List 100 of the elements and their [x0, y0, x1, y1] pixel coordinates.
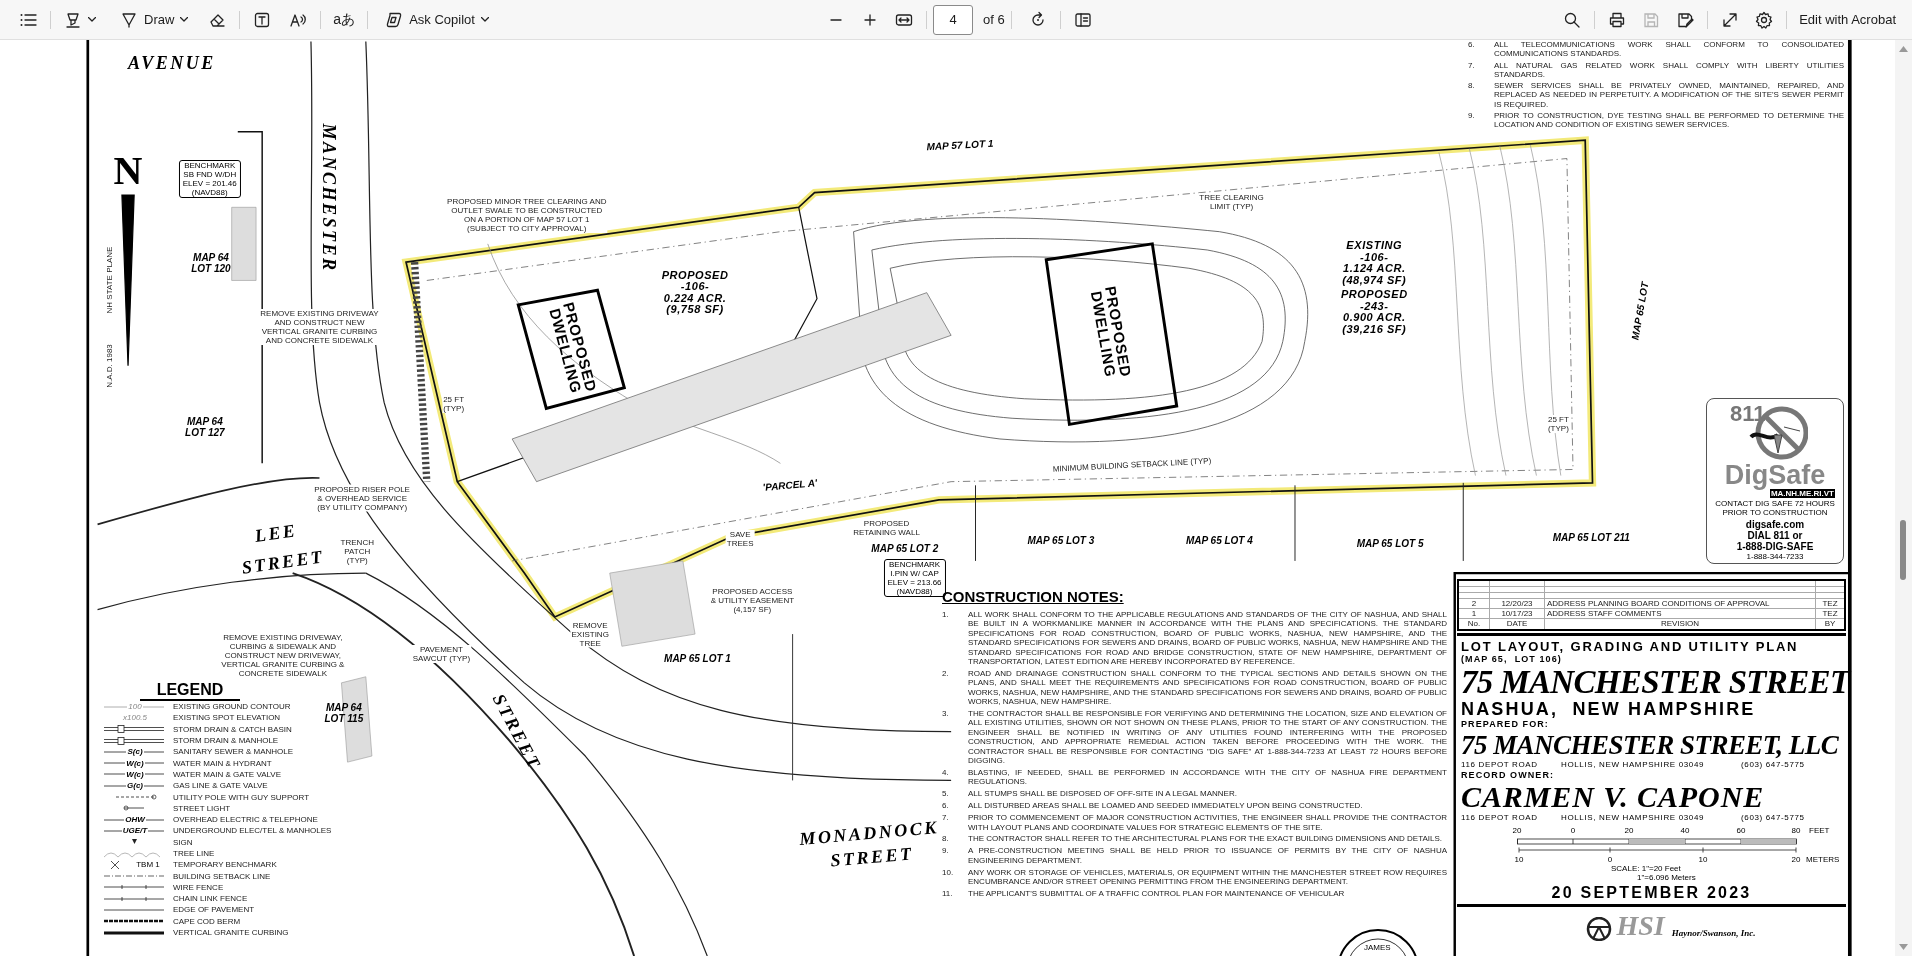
page-view-icon[interactable] — [1073, 10, 1092, 29]
callout-note: PROPOSED MINOR TREE CLEARING AND OUTLET SWALE TO BE CONSTRUCTED ON A PORTION OF MAP 57 LOT 1 (SUBJECT TO CITY APPROVAL) — [446, 196, 608, 233]
table-cell-text: TEZ — [1821, 608, 1839, 619]
note-text: BLASTING, IF NEEDED, SHALL BE PERFORMED IN ACCORDANCE WITH THE CITY OF NASHUA FIRE DEPARTMENT REGULATIONS. — [968, 768, 1447, 787]
column-header: BY — [1823, 619, 1837, 629]
address-text: 116 DEPOT ROAD — [1461, 760, 1539, 770]
scrollbar[interactable] — [1895, 40, 1912, 956]
legend-label: BUILDING SETBACK LINE — [173, 871, 271, 881]
note-text: PRIOR TO COMMENCEMENT OF MAJOR CONSTRUCTION ACTIVITIES, THE ENGINEER SHALL PROVIDE THE CONTRACTOR WITH LAYOUT PLANS AND COORDINATE VALUES FOR STRATEGIC ELEMENTS OF THE SITE. — [968, 813, 1447, 832]
legend-label: WATER MAIN & HYDRANT — [173, 758, 272, 768]
floppy-disk-pen-icon[interactable] — [1676, 10, 1695, 29]
table-cell: 12/20/23 — [1490, 598, 1545, 609]
lot-label: MAP 65 LOT 211 — [1552, 531, 1630, 543]
dig-safe-notice: CONTACT DIG SAFE 72 HOURS PRIOR TO CONSTRUCTION — [1715, 499, 1835, 517]
lot-label: MAP 64 LOT 120 — [191, 252, 231, 275]
firm-initials: HSI — [1616, 911, 1667, 941]
legend-label: EXISTING GROUND CONTOUR — [173, 702, 291, 712]
legend-symbol-text: TBM 1 — [136, 860, 160, 870]
note-number: 9. — [942, 846, 950, 858]
scale-text: SCALE: 1"=20 Feet — [1611, 864, 1681, 873]
legend-label: SANITARY SEWER & MANHOLE — [173, 747, 294, 757]
callout-note: SAVE TREES — [725, 529, 755, 548]
scrollbar-thumb[interactable] — [1900, 520, 1906, 580]
legend-label: VERTICAL GRANITE CURBING — [173, 928, 289, 938]
note-number: 1. — [942, 610, 950, 621]
legend-symbol-text: OHW — [124, 815, 146, 825]
print-icon[interactable] — [1608, 10, 1627, 29]
dig-safe-phone: 1-888-DIG-SAFE — [1736, 541, 1814, 552]
dig-safe-brand: DigSafe — [1724, 461, 1826, 489]
table-cell: ADDRESS STAFF COMMENTS — [1545, 608, 1816, 619]
lot-label: MAP 65 LOT 1 — [664, 652, 731, 664]
caret-icon[interactable] — [88, 17, 96, 22]
table-cell: 1 — [1459, 608, 1490, 619]
benchmark-label: BENCHMARK SB FND W/DH ELEV = 201.46 (NAVD88) — [178, 160, 241, 199]
scroll-up-arrow-icon[interactable] — [1899, 46, 1908, 52]
north-label: N — [113, 150, 143, 191]
scroll-down-arrow-icon[interactable] — [1899, 944, 1908, 950]
callout-note: 25 FT (TYP) — [442, 394, 466, 413]
scale-unit-label: METERS — [1806, 855, 1840, 864]
callout-note: PROPOSED RETAINING WALL — [852, 519, 921, 537]
expand-icon[interactable] — [1721, 10, 1740, 29]
street-label: MANCHESTER — [319, 122, 340, 273]
street-label: STREET — [829, 843, 915, 871]
street-label: LEE — [253, 520, 299, 546]
plan-title: LOT LAYOUT, GRADING AND UTILITY PLAN — [1461, 640, 1800, 654]
scale-tick-label: 20 — [1512, 826, 1522, 835]
caret-icon[interactable] — [180, 17, 189, 22]
highlighter-icon[interactable] — [64, 10, 82, 29]
note-number: 7. — [1468, 60, 1476, 72]
note-text: ALL TELECOMMUNICATIONS WORK SHALL CONFORM TO CONSOLIDATED COMMUNICATIONS STANDARDS. — [1494, 40, 1844, 59]
legend-symbol-icon — [104, 735, 164, 746]
note-number: 8. — [942, 834, 950, 844]
table-cell: 2 — [1459, 598, 1490, 609]
legend-symbol-text: G(c) — [126, 781, 144, 791]
table-cell: ADDRESS PLANNING BOARD CONDITIONS OF APPROVAL — [1545, 598, 1816, 609]
legend-symbol-text: UGE/T — [121, 826, 149, 836]
draw-button[interactable]: Draw — [113, 4, 196, 35]
page-number-field[interactable]: 4 — [933, 4, 973, 35]
callout-note: N.A.D. 1983 — [104, 343, 113, 389]
note-text: ALL WORK SHALL CONFORM TO THE APPLICABLE REGULATIONS AND STANDARDS OF THE CITY OF NASHUA, AND SHALL BE BUILT IN A WORKMANLIKE MANNER IN ACCORDANCE WITH THE PLANS AND SPECIFICATIONS. THE STANDARD SPECIFICATIONS FOR ROAD CONSTRUCTION, BOARD OF PUBLIC WORKS, NASHUA, NEW HAMPSHIRE, AND THE STANDARD SPECIFICATIONS FOR SEWERS AND DRAINS, BOARD OF PUBLIC WORKS, NASHUA, NEW HAMPSHIRE AND THE STANDARD SPECIFICATIONS FOR ROAD AND BRIDGE CONSTRUCTION, STATE OF NEW HAMPSHIRE, DEPARTMENT OF TRANSPORTATION, LATEST EDITION ARE HEREBY INCORPORATED BY REFERENCE. — [968, 610, 1447, 667]
lot-label: MAP 65 LOT 2 — [871, 542, 939, 553]
edit-with-acrobat-button[interactable]: Edit with Acrobat — [1793, 4, 1902, 35]
callout-note: PAVEMENT SAWCUT (TYP) — [411, 644, 472, 663]
prepared-for-label: PREPARED FOR: — [1461, 719, 1549, 730]
settings-icon[interactable] — [1755, 10, 1774, 29]
legend-symbol-text: W(c) — [125, 769, 145, 779]
note-text: ALL STUMPS SHALL BE DISPOSED OF OFF-SITE IN A LEGAL MANNER. — [968, 789, 1238, 799]
callout-note: TRENCH PATCH (TYP) — [339, 537, 375, 565]
column-header: No. — [1459, 619, 1490, 629]
scale-tick-label: 10 — [1514, 855, 1524, 864]
note-text: THE APPLICANT'S SUBMITTAL OF A TRAFFIC CONTROL PLAN FOR MAINTENANCE OF VEHICULAR — [968, 888, 1346, 899]
callout-note: REMOVE EXISTING DRIVEWAY AND CONSTRUCT NEW VERTICAL GRANITE CURBING AND CONCRETE SIDEWALK — [259, 308, 380, 345]
firm-logo-icon — [1585, 917, 1614, 941]
legend-symbol-text: 100 — [127, 702, 143, 712]
note-number: 5. — [942, 789, 950, 799]
callout-note: REMOVE EXISTING TREE — [570, 620, 610, 648]
lot-label: MAP 65 LOT 3 — [1027, 534, 1095, 546]
translate-button[interactable]: aあ — [327, 4, 362, 35]
legend-label: WIRE FENCE — [173, 882, 224, 892]
pen-icon[interactable] — [120, 10, 138, 29]
address-text: (603) 647-5775 — [1741, 760, 1805, 770]
search-icon[interactable] — [1563, 10, 1582, 29]
ask-copilot-button[interactable]: Ask Copilot — [378, 4, 496, 35]
dwelling-label: PROPOSED DWELLING — [1088, 284, 1134, 381]
map-lot-text: (MAP 65, LOT 106) — [1461, 654, 1562, 664]
lot-label: MAP 57 LOT 1 — [926, 137, 994, 153]
note-text: THE CONTRACTOR SHALL BE RESPONSIBLE FOR VERIFYING AND DETERMINING THE LOCATION, SIZE AND ELEVATION OF ALL EXISTING UTILITIES, SHOWN OR NOT SHOWN ON THESE PLANS, PRIOR TO THE START OF ANY CONSTRUCTION. THE ENGINEER SHALL BE NOTIFIED IN WRITING OF ANY UTILITIES FOUND INTERFERING WITH THE PROPOSED CONSTRUCTION, AND APPROPRIATE REMEDIAL ACTION TAKEN BEFORE PROCEEDING WITH THE WORK. THE CONTRACTOR SHALL BE RESPONSIBLE FOR CONTACTING "DIG SAFE" AT 1-888-344-7233 AT LEAST 72 HOURS BEFORE DIGGING. — [968, 709, 1447, 766]
lot-label: MAP 65 LOT — [1629, 281, 1651, 341]
text-box-icon[interactable] — [253, 10, 272, 29]
legend-symbol-text: x100.5 — [122, 713, 148, 723]
caret-icon[interactable] — [480, 17, 489, 22]
note-text: ANY WORK OR STORAGE OF VEHICLES, MATERIALS, OR EQUIPMENT WITHIN THE MANCHESTER STREET ROW REQUIRES ENCUMBRANCE AND/OR STREET OPENING PERMITTING FROM THE ENGINEERING DEPARTMENT. — [968, 867, 1447, 887]
note-text: SEWER SERVICES SHALL BE PRIVATELY OWNED, MAINTAINED, REPAIRED, AND REPLACED AS NEEDED IN PERPETUITY. A MODIFICATION OF THE SITE'S SEWER PERMIT IS REQUIRED. — [1494, 81, 1844, 110]
copilot-icon[interactable] — [385, 10, 404, 29]
note-number: 6. — [1468, 40, 1476, 51]
firm-name: Haynor/Swanson, Inc. — [1671, 928, 1757, 938]
city-state-text: NASHUA, NEW HAMPSHIRE — [1461, 700, 1756, 719]
legend-label: TEMPORARY BENCHMARK — [173, 860, 277, 870]
table-cell: 10/17/23 — [1490, 608, 1545, 619]
site-address-title: 75 MANCHESTER STREET — [1461, 664, 1851, 700]
